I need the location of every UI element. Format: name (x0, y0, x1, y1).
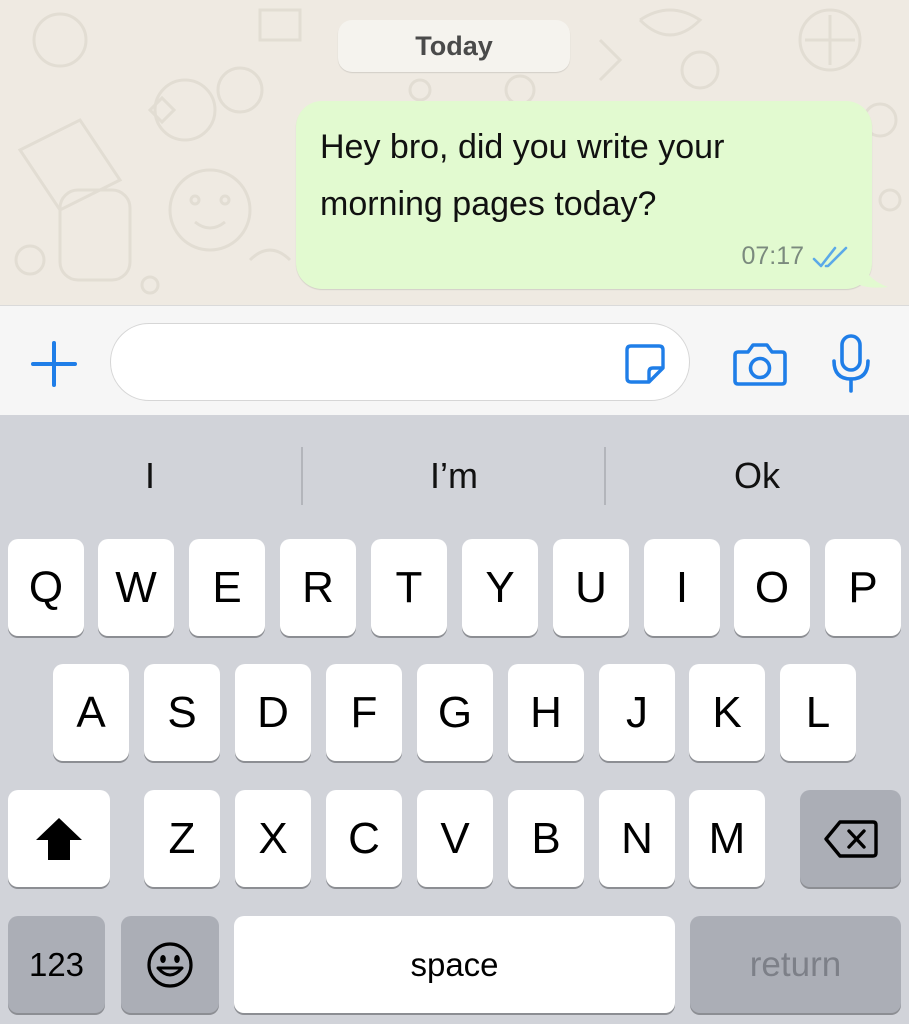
message-text: Hey bro, did you write your morning page… (320, 119, 840, 233)
shift-icon (36, 817, 82, 860)
voice-message-button[interactable] (826, 332, 876, 396)
key-m[interactable]: M (689, 790, 765, 887)
suggestion-1[interactable]: I (0, 435, 300, 517)
key-y[interactable]: Y (462, 539, 538, 636)
shift-key[interactable] (8, 790, 110, 887)
emoji-key[interactable] (121, 916, 219, 1013)
key-q[interactable]: Q (8, 539, 84, 636)
double-check-icon (812, 246, 848, 267)
camera-button[interactable] (730, 336, 790, 392)
key-e[interactable]: E (189, 539, 265, 636)
backspace-icon (823, 819, 878, 858)
key-u[interactable]: U (553, 539, 629, 636)
key-g[interactable]: G (417, 664, 493, 761)
message-line-2: morning pages today? (320, 185, 657, 223)
camera-icon (733, 343, 787, 386)
key-z[interactable]: Z (144, 790, 220, 887)
key-b[interactable]: B (508, 790, 584, 887)
key-x[interactable]: X (235, 790, 311, 887)
suggestion-3[interactable]: Ok (607, 435, 907, 517)
key-f[interactable]: F (326, 664, 402, 761)
microphone-icon (832, 334, 870, 393)
space-key[interactable]: space (234, 916, 675, 1013)
message-meta: 07:17 (741, 242, 850, 271)
bubble-tail (860, 255, 888, 288)
message-text-field[interactable] (110, 323, 690, 401)
key-j[interactable]: J (599, 664, 675, 761)
message-input[interactable] (135, 334, 605, 390)
key-w[interactable]: W (98, 539, 174, 636)
key-o[interactable]: O (734, 539, 810, 636)
suggestion-divider (604, 447, 606, 505)
outgoing-message-bubble[interactable]: Hey bro, did you write your morning page… (296, 101, 872, 289)
key-a[interactable]: A (53, 664, 129, 761)
emoji-icon (147, 941, 193, 988)
key-p[interactable]: P (825, 539, 901, 636)
key-i[interactable]: I (644, 539, 720, 636)
key-k[interactable]: K (689, 664, 765, 761)
key-v[interactable]: V (417, 790, 493, 887)
key-s[interactable]: S (144, 664, 220, 761)
numbers-key[interactable]: 123 (8, 916, 105, 1013)
predictive-text-bar: I I’m Ok (0, 435, 909, 517)
key-r[interactable]: R (280, 539, 356, 636)
attach-button[interactable] (26, 336, 82, 392)
keyboard: I I’m Ok Q W E R T Y U I O P A S D F G H… (0, 415, 909, 1024)
message-input-bar (0, 305, 909, 415)
key-l[interactable]: L (780, 664, 856, 761)
plus-icon (31, 341, 77, 387)
key-d[interactable]: D (235, 664, 311, 761)
return-key[interactable]: return (690, 916, 901, 1013)
key-h[interactable]: H (508, 664, 584, 761)
sticker-icon (625, 344, 665, 384)
date-separator: Today (338, 20, 570, 72)
suggestion-2[interactable]: I’m (304, 435, 604, 517)
key-c[interactable]: C (326, 790, 402, 887)
backspace-key[interactable] (800, 790, 901, 887)
message-line-1: Hey bro, did you write your (320, 128, 725, 166)
message-time: 07:17 (741, 242, 804, 270)
key-n[interactable]: N (599, 790, 675, 887)
suggestion-divider (301, 447, 303, 505)
key-t[interactable]: T (371, 539, 447, 636)
chat-area[interactable]: Today Hey bro, did you write your mornin… (0, 0, 909, 305)
sticker-button[interactable] (619, 338, 671, 390)
